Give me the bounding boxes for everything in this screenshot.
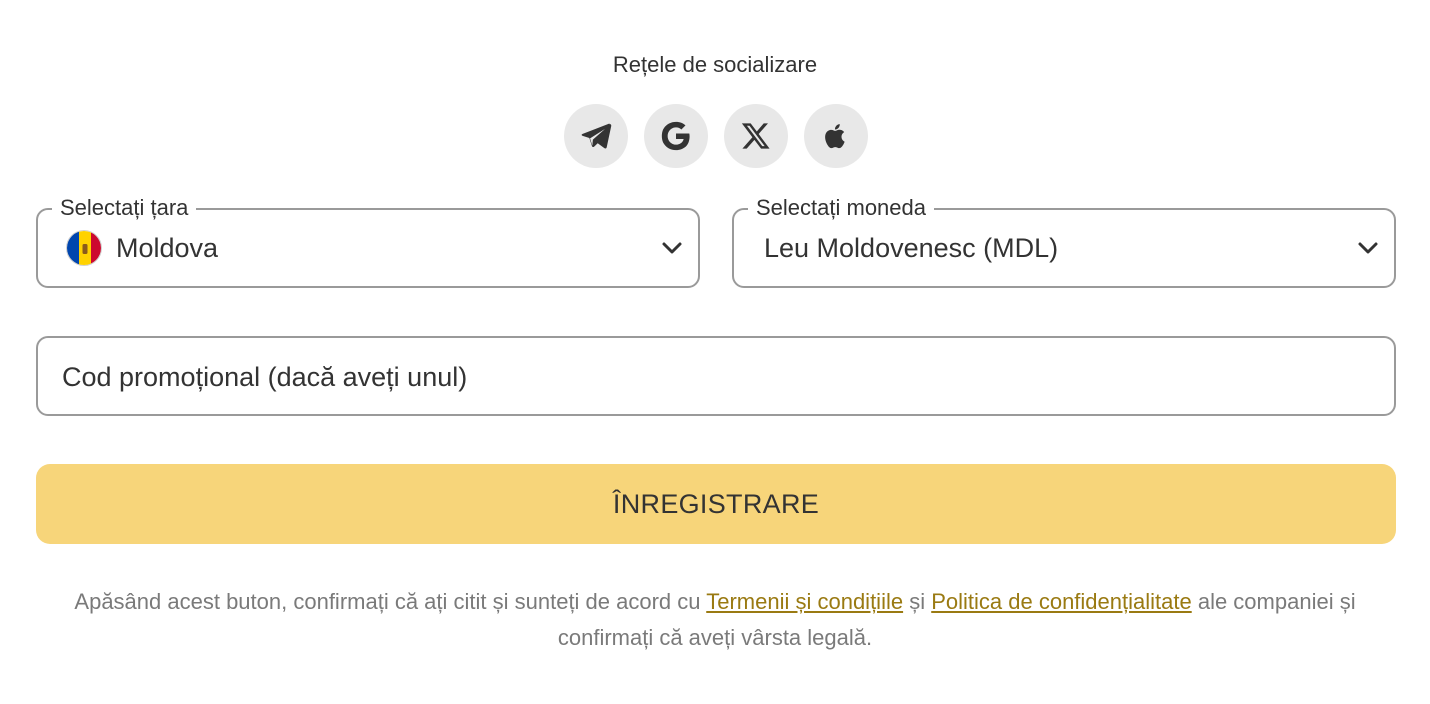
apple-icon (825, 124, 845, 149)
register-button[interactable]: ÎNREGISTRARE (36, 464, 1396, 544)
promo-code-field[interactable] (36, 336, 1396, 416)
apple-button[interactable] (804, 104, 868, 168)
country-value: Moldova (116, 233, 219, 263)
x-button[interactable] (724, 104, 788, 168)
terms-link[interactable]: Termenii și condițiile (706, 589, 903, 614)
social-buttons (564, 104, 868, 168)
currency-select[interactable]: Selectați moneda Leu Moldovenesc (MDL) (732, 194, 1396, 288)
x-icon (741, 123, 770, 149)
disclaimer-text-2: și (903, 589, 932, 614)
telegram-icon (581, 123, 612, 149)
currency-value: Leu Moldovenesc (MDL) (764, 233, 1059, 263)
moldova-flag-icon (66, 230, 102, 266)
telegram-button[interactable] (564, 104, 628, 168)
google-icon (661, 121, 690, 151)
google-button[interactable] (644, 104, 708, 168)
promo-code-input[interactable] (60, 338, 1364, 416)
chevron-down-icon (1358, 242, 1378, 254)
country-select[interactable]: Selectați țara Moldova (36, 194, 700, 288)
chevron-down-icon (662, 242, 682, 254)
terms-disclaimer: Apăsând acest buton, confirmați că ați c… (60, 584, 1370, 656)
social-title: Rețele de socializare (612, 52, 818, 77)
privacy-policy-link[interactable]: Politica de confidențialitate (931, 589, 1192, 614)
disclaimer-text-1: Apăsând acest buton, confirmați că ați c… (74, 589, 707, 614)
